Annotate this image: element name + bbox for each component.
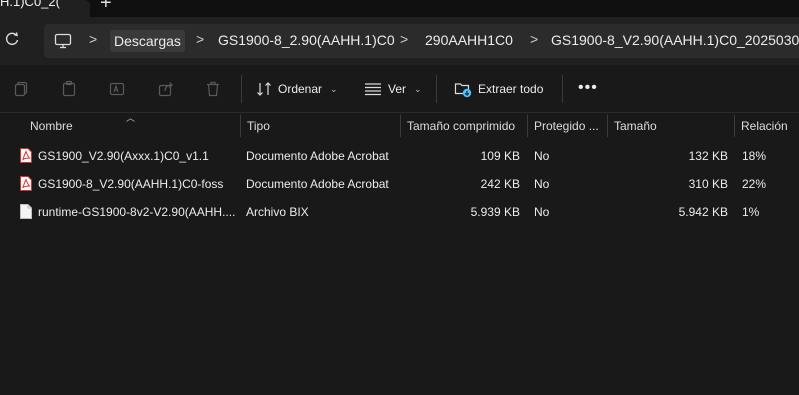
- chevron-down-icon: ⌄: [414, 83, 422, 94]
- column-header-compressed-size[interactable]: Tamaño comprimido: [401, 113, 527, 139]
- file-row[interactable]: GS1900_V2.90(Axxx.1)C0_v1.1 Documento Ad…: [16, 142, 799, 170]
- sort-button[interactable]: Ordenar ⌄: [256, 77, 338, 101]
- file-compressed-size: 5.939 KB: [470, 205, 520, 219]
- file-ratio: 18%: [742, 149, 767, 163]
- file-row[interactable]: GS1900-8_V2.90(AAHH.1)C0-foss Documento …: [16, 170, 799, 198]
- file-protected: No: [534, 149, 550, 163]
- sort-label: Ordenar: [278, 82, 323, 96]
- computer-icon[interactable]: [54, 32, 72, 50]
- breadcrumb-item-archive[interactable]: GS1900-8_V2.90(AAHH.1)C0_20250306: [551, 32, 799, 48]
- column-header-ratio[interactable]: Relación: [735, 113, 799, 139]
- rename-icon[interactable]: [108, 80, 126, 98]
- file-size: 310 KB: [688, 177, 728, 191]
- file-type: Documento Adobe Acrobat: [246, 177, 389, 191]
- breadcrumb-separator[interactable]: >: [89, 31, 97, 47]
- toolbar-divider: [562, 75, 563, 103]
- file-name: GS1900-8_V2.90(AAHH.1)C0-foss: [38, 177, 224, 191]
- breadcrumb-item-290aahh1c0[interactable]: 290AAHH1C0: [425, 32, 513, 48]
- column-header-size[interactable]: Tamaño: [608, 113, 733, 139]
- file-type: Documento Adobe Acrobat: [246, 149, 389, 163]
- file-compressed-size: 109 KB: [480, 149, 520, 163]
- breadcrumb-separator[interactable]: >: [196, 31, 204, 47]
- more-options-button[interactable]: •••: [578, 79, 598, 97]
- breadcrumb-separator[interactable]: >: [530, 31, 538, 47]
- toolbar-divider: [436, 75, 437, 103]
- file-size: 5.942 KB: [678, 205, 728, 219]
- column-header-row: ︿ Nombre Tipo Tamaño comprimido Protegid…: [0, 113, 799, 139]
- view-label: Ver: [388, 82, 407, 96]
- copy-icon[interactable]: [12, 80, 30, 98]
- column-header-type[interactable]: Tipo: [241, 113, 399, 139]
- pdf-icon: [20, 148, 32, 163]
- share-icon[interactable]: [157, 80, 175, 98]
- extract-icon: [454, 83, 472, 98]
- breadcrumb-item-descargas[interactable]: Descargas: [110, 30, 185, 52]
- breadcrumb[interactable]: > Descargas > GS1900-8_2.90(AAHH.1)C0 > …: [44, 24, 799, 58]
- file-ratio: 22%: [742, 177, 767, 191]
- file-row[interactable]: runtime-GS1900-8v2-V2.90(AAHH.... Archiv…: [16, 198, 799, 226]
- view-icon: [365, 83, 381, 96]
- command-bar: Ordenar ⌄ Ver ⌄ Extraer todo •••: [0, 65, 799, 113]
- window-tab[interactable]: H.1)C0_2(: [0, 0, 90, 17]
- breadcrumb-separator[interactable]: >: [400, 31, 408, 47]
- extract-label: Extraer todo: [478, 82, 544, 96]
- file-protected: No: [534, 177, 550, 191]
- view-button[interactable]: Ver ⌄: [364, 77, 422, 101]
- chevron-down-icon: ⌄: [330, 83, 338, 94]
- new-tab-button[interactable]: +: [100, 0, 112, 15]
- column-header-protected[interactable]: Protegido ...: [528, 113, 606, 139]
- tab-strip: H.1)C0_2( +: [0, 0, 799, 17]
- address-bar: > Descargas > GS1900-8_2.90(AAHH.1)C0 > …: [0, 17, 799, 65]
- file-type: Archivo BIX: [246, 205, 309, 219]
- extract-all-button[interactable]: Extraer todo: [454, 77, 543, 101]
- file-compressed-size: 242 KB: [480, 177, 520, 191]
- file-size: 132 KB: [688, 149, 728, 163]
- file-ratio: 1%: [742, 205, 760, 219]
- pdf-icon: [20, 176, 32, 191]
- file-name: GS1900_V2.90(Axxx.1)C0_v1.1: [38, 149, 209, 163]
- toolbar-divider: [241, 75, 242, 103]
- file-icon: [20, 204, 32, 219]
- refresh-icon[interactable]: [4, 31, 20, 47]
- tab-title: H.1)C0_2(: [0, 0, 60, 9]
- sort-icon: [257, 82, 271, 96]
- breadcrumb-item-gs1900-folder[interactable]: GS1900-8_2.90(AAHH.1)C0: [218, 32, 395, 48]
- file-protected: No: [534, 205, 550, 219]
- file-name: runtime-GS1900-8v2-V2.90(AAHH....: [38, 205, 236, 219]
- column-header-name[interactable]: Nombre: [24, 113, 239, 139]
- delete-icon[interactable]: [204, 80, 222, 98]
- paste-icon[interactable]: [60, 80, 78, 98]
